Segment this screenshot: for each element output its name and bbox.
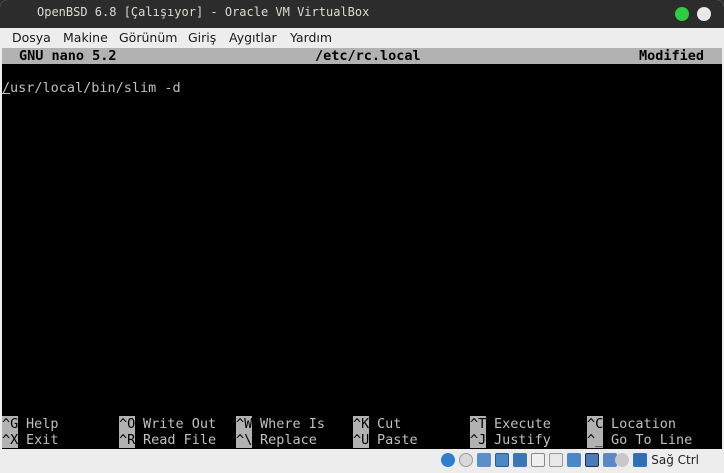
usb-icon[interactable] [513,453,527,467]
shortcut-label: Execute [494,416,551,432]
shortcut-label: Paste [377,432,418,448]
display-icon[interactable] [549,453,563,467]
nano-version: GNU nano 5.2 [19,48,117,64]
menu-makine[interactable]: Makine [63,30,108,45]
menu-bar: Dosya Makine Görünüm Giriş Aygıtlar Yard… [0,28,724,48]
shortcut-replace: ^\ Replace [236,432,317,448]
shortcut-key: ^O [119,416,136,432]
nano-title-bar: GNU nano 5.2 /etc/rc.local Modified [2,48,722,64]
menu-giris[interactable]: Giriş [188,30,216,45]
shortcut-go-to-line: ^_ Go To Line [587,432,692,448]
audio-icon[interactable] [477,453,491,467]
shortcut-key: ^K [353,416,370,432]
menu-aygitlar[interactable]: Aygıtlar [229,30,277,45]
text-cursor: / [2,80,11,96]
menu-yardim[interactable]: Yardım [290,30,332,45]
editor-line[interactable]: /usr/local/bin/slim -d [2,80,181,96]
menu-dosya[interactable]: Dosya [12,30,51,45]
shortcut-write-out: ^O Write Out [119,416,216,432]
menu-gorunum[interactable]: Görünüm [119,30,177,45]
shortcut-key: ^T [470,416,487,432]
virtualbox-window: OpenBSD 6.8 [Çalışıyor] - Oracle VM Virt… [0,0,724,473]
vm-screen[interactable]: GNU nano 5.2 /etc/rc.local Modified /usr… [2,48,722,449]
shortcut-label: Read File [143,432,217,448]
shortcut-label: Justify [494,432,551,448]
network-icon[interactable] [495,453,509,467]
cpu-icon[interactable] [585,453,599,467]
shortcut-key: ^R [119,432,136,448]
shortcut-read-file: ^R Read File [119,432,216,448]
title-bar[interactable]: OpenBSD 6.8 [Çalışıyor] - Oracle VM Virt… [0,0,724,28]
shortcut-label: Location [611,416,677,432]
shortcut-label: Go To Line [611,432,693,448]
host-key-label: Sağ Ctrl [651,453,699,467]
shortcut-key: ^_ [587,432,604,448]
maximize-button[interactable] [697,7,711,21]
nano-filename: /etc/rc.local [315,48,421,64]
shortcut-label: Replace [260,432,317,448]
mouse-integration-icon[interactable] [615,453,629,467]
shortcut-key: ^G [2,416,19,432]
shortcut-label: Help [26,416,59,432]
shortcut-label: Exit [26,432,59,448]
shortcut-label: Where Is [260,416,326,432]
shortcut-paste: ^U Paste [353,432,418,448]
minimize-button[interactable] [675,7,689,21]
shortcut-exit: ^X Exit [2,432,59,448]
shortcut-key: ^X [2,432,19,448]
editor-line-text: usr/local/bin/slim -d [10,80,181,96]
shortcut-key: ^\ [236,432,253,448]
nano-modified-state: Modified [638,48,704,64]
shortcut-cut: ^K Cut [353,416,401,432]
shortcut-key: ^C [587,416,604,432]
optical-drive-icon[interactable] [459,453,473,467]
shortcut-label: Cut [377,416,402,432]
window-title: OpenBSD 6.8 [Çalışıyor] - Oracle VM Virt… [37,5,370,19]
shortcut-execute: ^T Execute [470,416,551,432]
keyboard-capture-icon[interactable] [633,453,647,467]
status-bar: Sağ Ctrl [0,449,724,473]
recording-icon[interactable] [567,453,581,467]
shortcut-label: Write Out [143,416,217,432]
shortcut-key: ^J [470,432,487,448]
shortcut-where-is: ^W Where Is [236,416,325,432]
shortcut-justify: ^J Justify [470,432,551,448]
shortcut-key: ^W [236,416,253,432]
shortcut-key: ^U [353,432,370,448]
hard-disk-icon[interactable] [441,453,455,467]
shared-folders-icon[interactable] [531,453,545,467]
shortcut-location: ^C Location [587,416,676,432]
shortcut-help: ^G Help [2,416,59,432]
